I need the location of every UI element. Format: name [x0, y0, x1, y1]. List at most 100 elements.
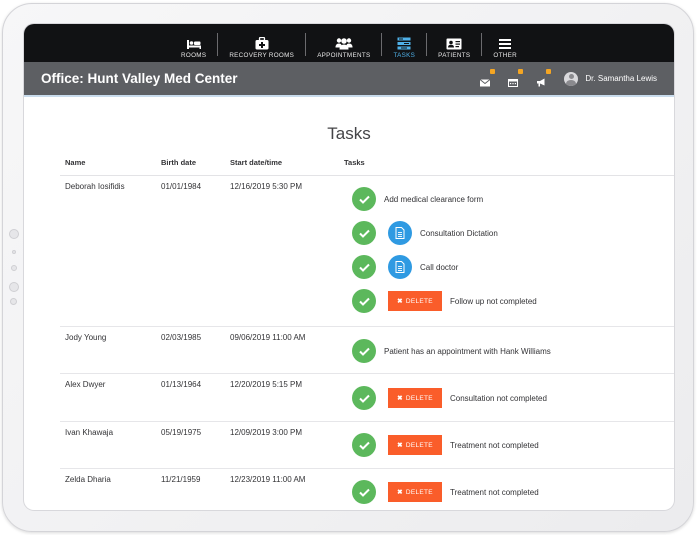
- office-title: Office: Hunt Valley Med Center: [41, 71, 238, 86]
- checkmark-icon: [358, 394, 370, 403]
- task-text: Patient has an appointment with Hank Wil…: [384, 346, 551, 356]
- start-datetime: 12/16/2019 5:30 PM: [230, 182, 303, 191]
- document-icon: [395, 261, 405, 273]
- header-divider: [24, 95, 674, 97]
- delete-label: DELETE: [405, 394, 433, 402]
- patient-name: Zelda Dharia: [65, 475, 111, 484]
- task-item: Consultation Dictation: [352, 221, 498, 245]
- nav-label: OTHER: [493, 52, 517, 59]
- table-row: Alex Dwyer 01/13/1964 12/20/2019 5:15 PM…: [60, 374, 674, 422]
- side-button: [12, 250, 16, 254]
- notification-badge: [518, 69, 524, 74]
- table-row: Ivan Khawaja 05/19/1975 12/09/2019 3:00 …: [60, 422, 674, 469]
- hamburger-icon: [499, 39, 512, 49]
- column-header-name: Name: [65, 158, 86, 167]
- task-text: Treatment not completed: [450, 440, 539, 450]
- complete-task-button[interactable]: [352, 255, 376, 279]
- complete-task-button[interactable]: [352, 386, 376, 410]
- delete-label: DELETE: [405, 488, 433, 496]
- task-item: Call doctor: [352, 255, 458, 279]
- patient-name: Deborah Iosifidis: [65, 182, 125, 191]
- delete-label: DELETE: [405, 297, 433, 305]
- side-button: [9, 229, 19, 239]
- nav-item-patients[interactable]: PATIENTS: [427, 24, 481, 62]
- task-text: Consultation Dictation: [420, 228, 498, 238]
- delete-task-button[interactable]: ✖ DELETE: [388, 435, 442, 455]
- document-button[interactable]: [388, 221, 412, 245]
- task-item: ✖ DELETE Consultation not completed: [352, 386, 547, 410]
- close-icon: ✖: [397, 489, 403, 496]
- bed-icon: [186, 40, 201, 49]
- nav-label: APPOINTMENTS: [317, 52, 371, 59]
- nav-item-recovery-rooms[interactable]: RECOVERY ROOMS: [218, 24, 305, 62]
- nav-item-other[interactable]: OTHER: [482, 24, 528, 62]
- checkmark-icon: [358, 263, 370, 272]
- birth-date: 11/21/1959: [161, 475, 201, 484]
- delete-label: DELETE: [405, 441, 433, 449]
- nav-label: ROOMS: [181, 52, 207, 59]
- complete-task-button[interactable]: [352, 433, 376, 457]
- complete-task-button[interactable]: [352, 289, 376, 313]
- table-row: Jody Young 02/03/1985 09/06/2019 11:00 A…: [60, 327, 674, 374]
- notification-badge: [490, 69, 496, 74]
- task-item: ✖ DELETE Treatment not completed: [352, 480, 539, 504]
- close-icon: ✖: [397, 442, 403, 449]
- messages-notification[interactable]: [480, 69, 496, 87]
- start-datetime: 09/06/2019 11:00 AM: [230, 333, 306, 342]
- complete-task-button[interactable]: [352, 480, 376, 504]
- delete-task-button[interactable]: ✖ DELETE: [388, 291, 442, 311]
- document-button[interactable]: [388, 255, 412, 279]
- column-header-tasks: Tasks: [344, 158, 365, 167]
- table-header: Name Birth date Start date/time Tasks: [24, 158, 674, 176]
- notification-badge: [546, 69, 552, 74]
- task-text: Add medical clearance form: [384, 194, 484, 204]
- complete-task-button[interactable]: [352, 221, 376, 245]
- id-card-icon: [446, 38, 462, 50]
- complete-task-button[interactable]: [352, 187, 376, 211]
- envelope-icon: [480, 79, 491, 87]
- document-icon: [395, 227, 405, 239]
- nav-label: RECOVERY ROOMS: [229, 52, 295, 59]
- top-navigation: ROOMS RECOVERY ROOMS APPOINTMENTS TASKS …: [24, 24, 674, 62]
- column-header-birth-date: Birth date: [161, 158, 197, 167]
- users-icon: [335, 38, 353, 50]
- nav-item-rooms[interactable]: ROOMS: [170, 24, 217, 62]
- birth-date: 01/13/1964: [161, 380, 202, 389]
- checkmark-icon: [358, 297, 370, 306]
- checkmark-icon: [358, 347, 370, 356]
- bullhorn-icon: [537, 78, 545, 87]
- side-button: [10, 298, 17, 305]
- task-text: Consultation not completed: [450, 393, 547, 403]
- patient-name: Jody Young: [65, 333, 107, 342]
- birth-date: 02/03/1985: [161, 333, 202, 342]
- delete-task-button[interactable]: ✖ DELETE: [388, 482, 442, 502]
- side-button: [9, 282, 19, 292]
- table-row: Zelda Dharia 11/21/1959 12/23/2019 11:00…: [60, 469, 674, 510]
- user-name[interactable]: Dr. Samantha Lewis: [585, 74, 657, 83]
- task-item: ✖ DELETE Follow up not completed: [352, 289, 537, 313]
- task-item: Patient has an appointment with Hank Wil…: [352, 339, 551, 363]
- complete-task-button[interactable]: [352, 339, 376, 363]
- avatar[interactable]: [564, 71, 579, 86]
- delete-task-button[interactable]: ✖ DELETE: [388, 388, 442, 408]
- office-bar: Office: Hunt Valley Med Center Dr. Saman…: [24, 62, 674, 95]
- announcements-notification[interactable]: [536, 69, 552, 87]
- task-item: Add medical clearance form: [352, 187, 483, 211]
- start-datetime: 12/23/2019 11:00 AM: [230, 475, 306, 484]
- header-actions: Dr. Samantha Lewis: [480, 69, 657, 87]
- side-button: [11, 265, 17, 271]
- task-text: Follow up not completed: [450, 296, 537, 306]
- calendar-icon: [508, 79, 519, 87]
- column-header-start-datetime: Start date/time: [230, 158, 283, 167]
- nav-label: PATIENTS: [438, 52, 471, 59]
- medkit-icon: [255, 37, 269, 50]
- table-row: Deborah Iosifidis 01/01/1984 12/16/2019 …: [60, 176, 674, 327]
- checkmark-icon: [358, 488, 370, 497]
- nav-item-appointments[interactable]: APPOINTMENTS: [306, 24, 381, 62]
- nav-item-tasks[interactable]: TASKS: [382, 24, 426, 62]
- birth-date: 01/01/1984: [161, 182, 202, 191]
- start-datetime: 12/20/2019 5:15 PM: [230, 380, 303, 389]
- task-text: Call doctor: [420, 262, 459, 272]
- patient-name: Alex Dwyer: [65, 380, 106, 389]
- calendar-notification[interactable]: [508, 69, 524, 87]
